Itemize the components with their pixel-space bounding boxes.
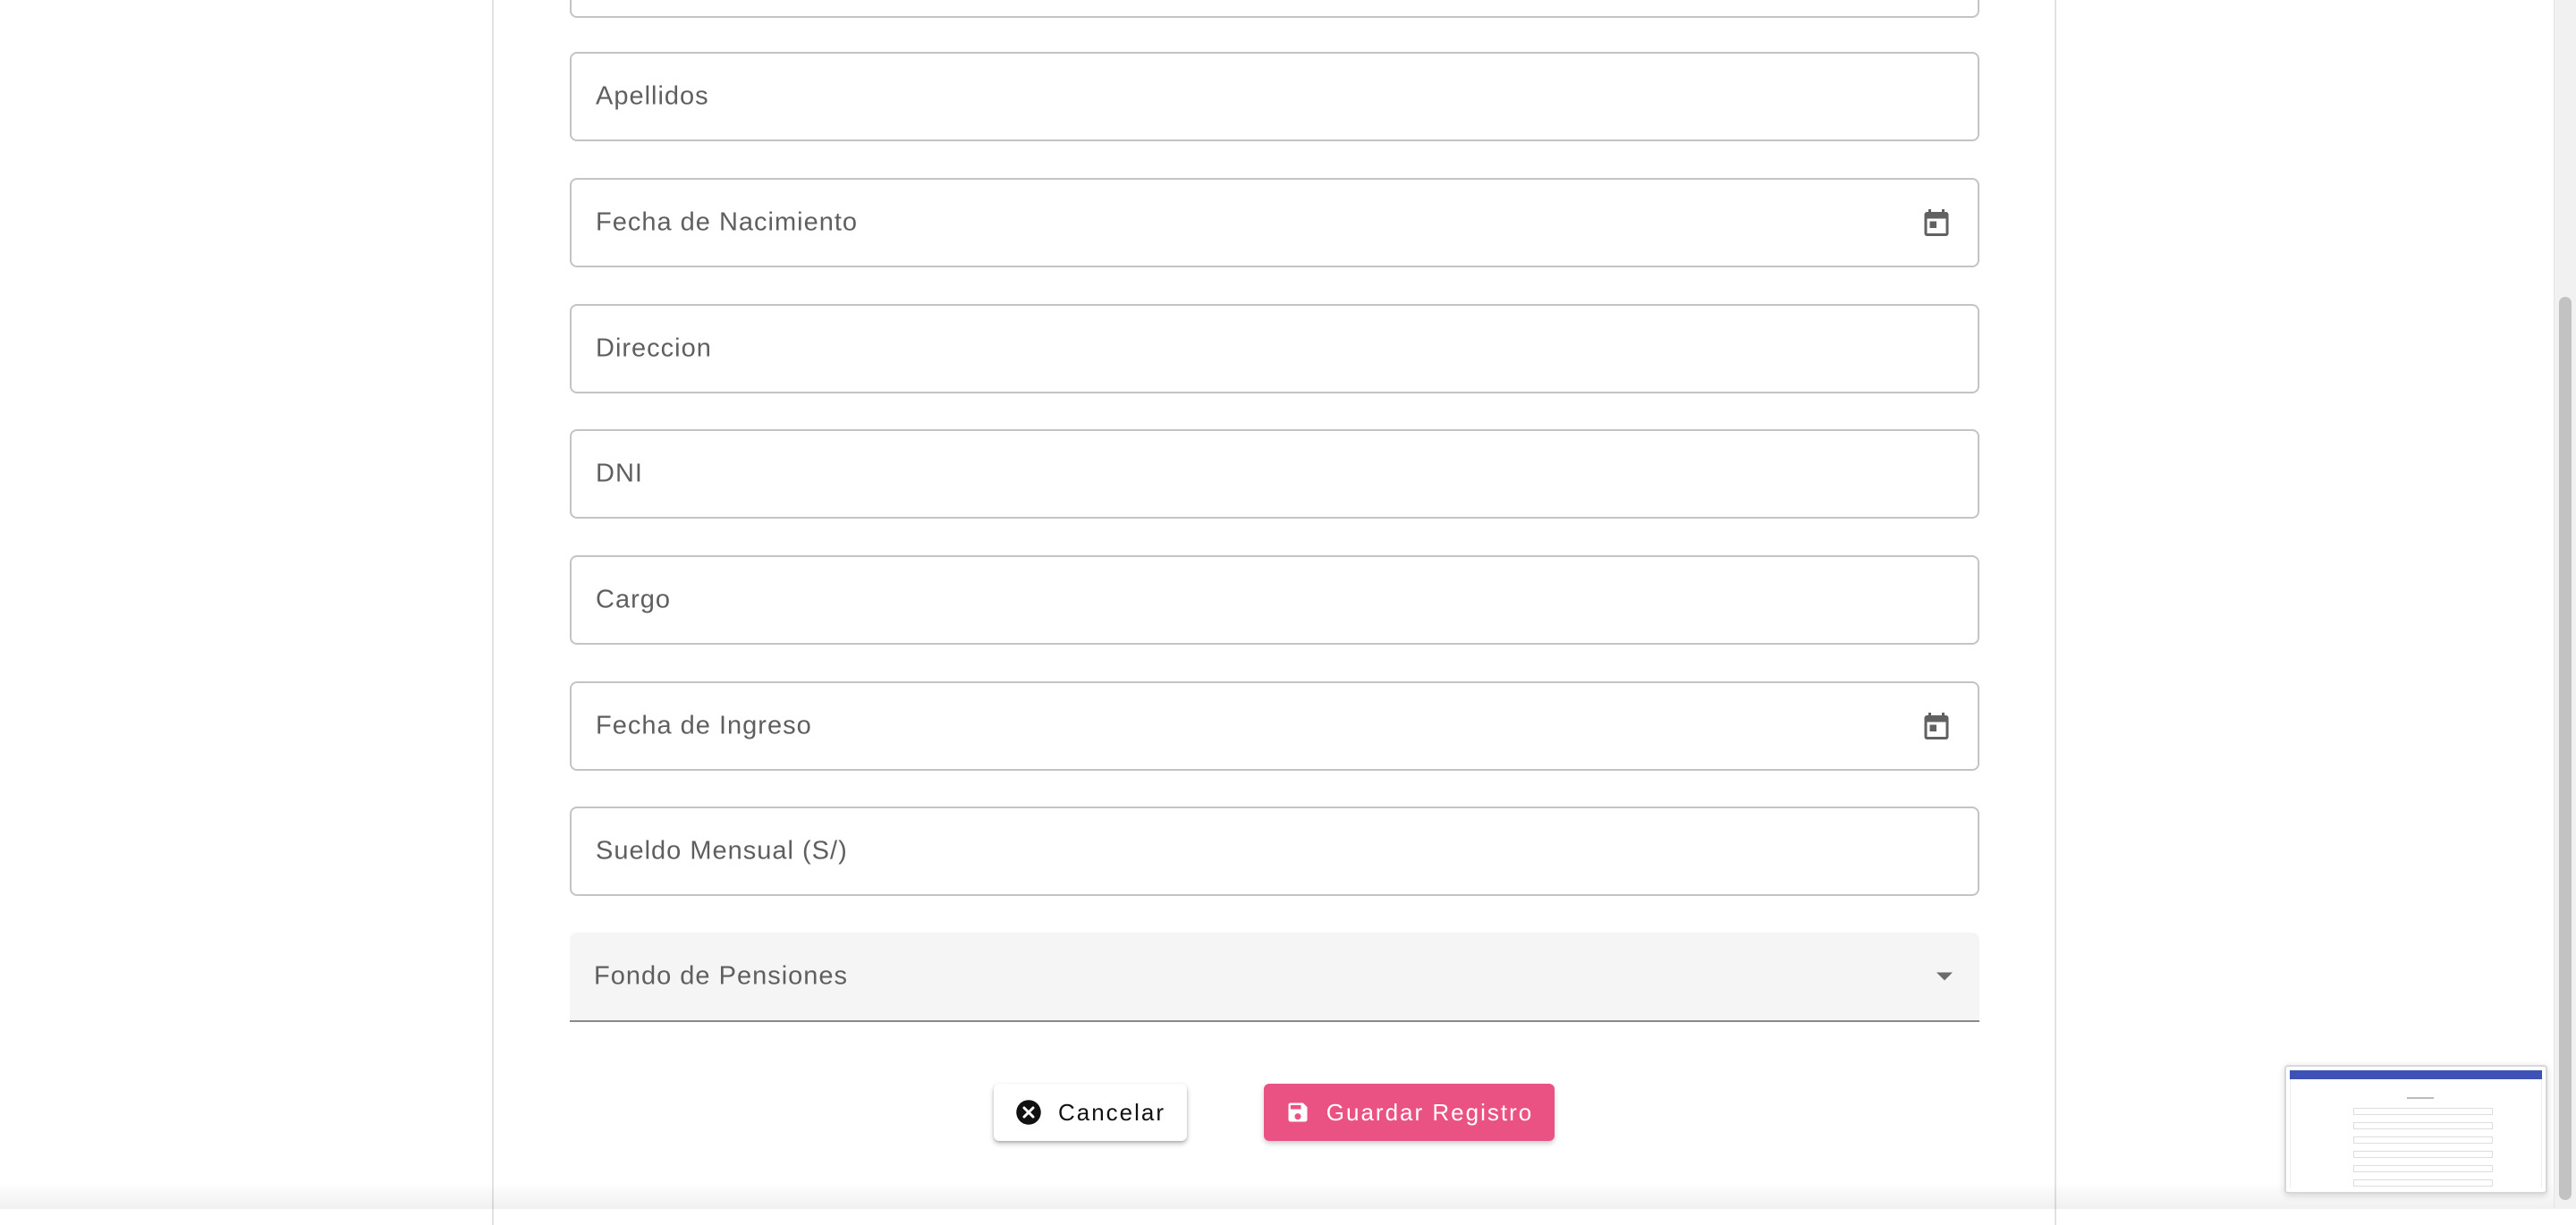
thumbnail-document <box>2290 1079 2542 1188</box>
thumbnail-field <box>2353 1136 2493 1144</box>
previous-field[interactable] <box>570 0 1979 18</box>
scrollbar-thumb[interactable] <box>2559 297 2572 1200</box>
save-icon <box>1288 1102 1308 1122</box>
dropdown-arrow-icon[interactable] <box>1936 972 1953 981</box>
sueldo-mensual-label: Sueldo Mensual (S/) <box>596 836 848 866</box>
apellidos-label: Apellidos <box>596 81 709 111</box>
cargo-field[interactable]: Cargo <box>570 555 1979 645</box>
page-thumbnail-preview[interactable] <box>2284 1065 2547 1194</box>
direccion-field[interactable]: Direccion <box>570 304 1979 393</box>
thumbnail-field <box>2353 1122 2493 1129</box>
dni-field[interactable]: DNI <box>570 429 1979 519</box>
direccion-label: Direccion <box>596 334 712 363</box>
calendar-icon[interactable] <box>1920 206 1953 240</box>
fecha-nacimiento-label: Fecha de Nacimiento <box>596 207 859 237</box>
cancel-button[interactable]: Cancelar <box>994 1084 1187 1141</box>
sueldo-mensual-field[interactable]: Sueldo Mensual (S/) <box>570 807 1979 896</box>
fecha-ingreso-label: Fecha de Ingreso <box>596 711 812 740</box>
dni-label: DNI <box>596 459 643 488</box>
fecha-ingreso-field[interactable]: Fecha de Ingreso <box>570 681 1979 771</box>
page-bottom-shadow <box>0 1182 2576 1209</box>
thumbnail-field <box>2353 1151 2493 1158</box>
vertical-scrollbar[interactable] <box>2554 0 2576 1209</box>
save-button[interactable]: Guardar Registro <box>1264 1084 1555 1141</box>
thumbnail-title <box>2407 1097 2434 1099</box>
save-button-label: Guardar Registro <box>1326 1098 1534 1126</box>
fondo-pensiones-select[interactable]: Fondo de Pensiones <box>570 933 1979 1022</box>
thumbnail-field <box>2353 1179 2493 1187</box>
fecha-nacimiento-field[interactable]: Fecha de Nacimiento <box>570 178 1979 267</box>
cancel-circle-icon <box>1016 1100 1041 1125</box>
thumbnail-header-bar <box>2290 1070 2542 1079</box>
cargo-label: Cargo <box>596 585 671 614</box>
thumbnail-field <box>2353 1108 2493 1115</box>
fondo-pensiones-label: Fondo de Pensiones <box>594 961 849 991</box>
cancel-button-label: Cancelar <box>1057 1098 1166 1126</box>
thumbnail-field <box>2353 1165 2493 1172</box>
apellidos-field[interactable]: Apellidos <box>570 52 1979 141</box>
calendar-icon[interactable] <box>1920 709 1953 743</box>
